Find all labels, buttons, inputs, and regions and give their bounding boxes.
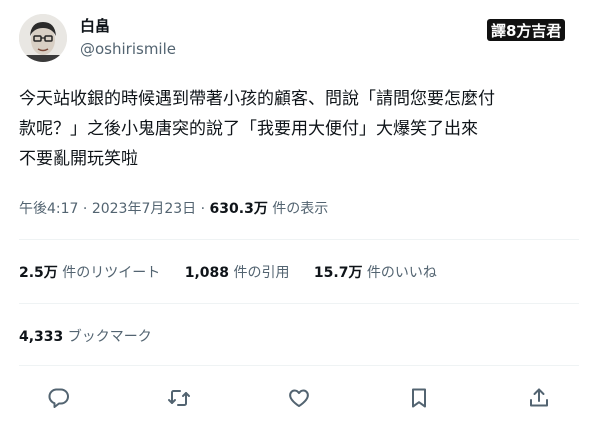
bookmark-button[interactable]	[404, 383, 434, 413]
divider	[19, 303, 579, 304]
retweet-icon	[168, 390, 190, 406]
tweet-date[interactable]: 2023年7月23日	[92, 201, 196, 217]
watermark-logo: 譯8方吉君	[487, 19, 566, 41]
engagement-stats: 2.5万 件のリツイート 1,088 件の引用 15.7万 件のいいね	[19, 262, 457, 282]
views-label: 件の表示	[272, 201, 329, 217]
bookmarks-count: 4,333	[19, 329, 64, 345]
divider	[19, 239, 579, 240]
retweet-button[interactable]	[164, 383, 194, 413]
tweet-text-line-3: 不要亂開玩笑啦	[19, 149, 138, 169]
retweets-label: 件のリツイート	[62, 265, 161, 281]
like-icon	[289, 389, 309, 407]
meta-separator-2: ·	[196, 201, 210, 217]
quotes-stat[interactable]: 1,088 件の引用	[185, 262, 290, 282]
share-icon	[530, 388, 548, 407]
retweets-count: 2.5万	[19, 265, 58, 281]
action-bar	[44, 383, 554, 413]
reply-icon	[48, 388, 69, 408]
likes-stat[interactable]: 15.7万 件のいいね	[314, 262, 437, 282]
avatar[interactable]	[19, 14, 67, 62]
tweet-time[interactable]: 午後4:17	[19, 201, 78, 217]
tweet-text: 今天站收銀的時候遇到帶著小孩的顧客、問說「請問您要怎麼付 款呢？」之後小鬼唐突的…	[19, 84, 581, 174]
divider	[19, 365, 579, 366]
quotes-count: 1,088	[184, 265, 230, 281]
meta-separator: ·	[78, 201, 92, 217]
likes-count: 15.7万	[313, 265, 363, 281]
bookmark-icon	[412, 388, 426, 408]
tweet-text-line-1: 今天站收銀的時候遇到帶著小孩的顧客、問說「請問您要怎麼付	[19, 89, 495, 109]
tweet-meta: 午後4:17 · 2023年7月23日 · 630.3万 件の表示	[19, 198, 328, 218]
display-name[interactable]: 白畠	[80, 15, 110, 36]
share-button[interactable]	[524, 383, 554, 413]
views-count: 630.3万	[209, 201, 268, 217]
tweet-text-line-2: 款呢？」之後小鬼唐突的說了「我要用大便付」大爆笑了出來	[19, 119, 478, 139]
watermark-text: 譯8方吉君	[491, 21, 562, 40]
bookmarks-label: ブックマーク	[67, 329, 152, 345]
like-button[interactable]	[284, 383, 314, 413]
likes-label: 件のいいね	[366, 265, 437, 281]
user-handle[interactable]: @oshirismile	[80, 40, 176, 58]
avatar-face-icon	[19, 14, 67, 62]
bookmarks-stat[interactable]: 4,333 ブックマーク	[19, 326, 152, 346]
retweets-stat[interactable]: 2.5万 件のリツイート	[19, 262, 160, 282]
quotes-label: 件の引用	[233, 265, 290, 281]
reply-button[interactable]	[44, 383, 74, 413]
